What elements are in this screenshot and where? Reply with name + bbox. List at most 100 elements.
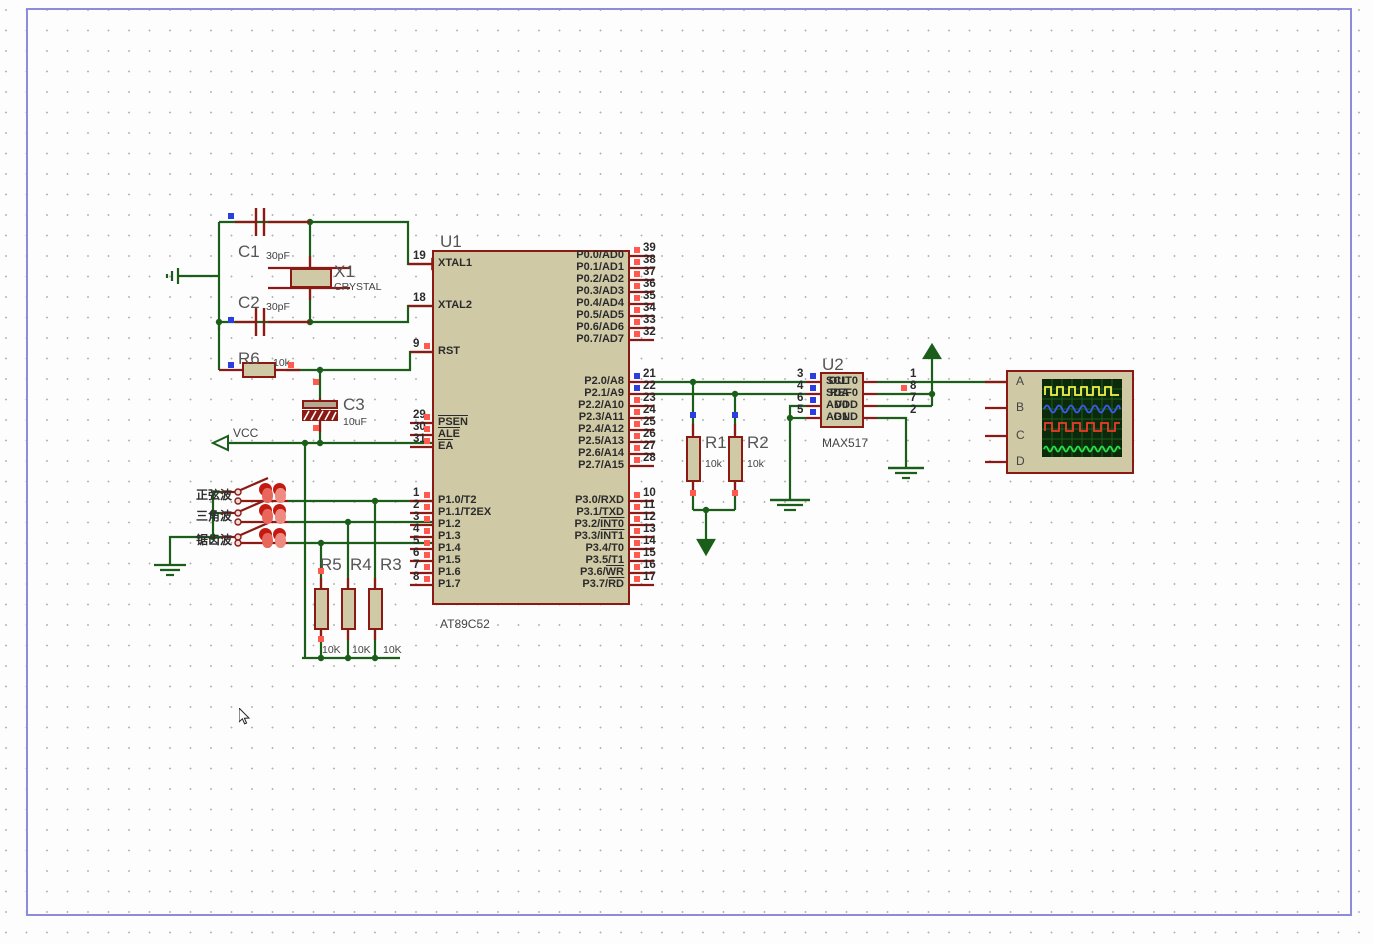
u1-pin-name-19: XTAL1	[438, 257, 473, 269]
switch-label-sawtooth: 锯齿波	[196, 533, 233, 547]
u1-pin-name-9: RST	[438, 345, 460, 357]
pin-square-r5-bottom	[318, 636, 324, 642]
u2-pin-num-4: 4	[797, 380, 804, 392]
u1-pin-name-27: P2.6/A14	[578, 447, 624, 459]
pin-square-r2-bottom	[732, 490, 738, 496]
pin-square-u1-39	[634, 247, 640, 253]
u1-pin-num-21: 21	[643, 368, 656, 380]
u1-pin-num-37: 37	[643, 266, 656, 278]
pin-square-r1-bottom	[690, 490, 696, 496]
u2-pin-name-8: REF0	[829, 387, 858, 399]
pin-square-u1-28	[634, 457, 640, 463]
pin-square-u1-7	[424, 564, 430, 570]
u1-pin-num-23: 23	[643, 392, 656, 404]
u2-pin-num-7: 7	[910, 392, 917, 404]
pin-square-u1-38	[634, 259, 640, 265]
pin-square-u1-31	[424, 438, 430, 444]
u1-pin-num-1: 1	[413, 487, 420, 499]
u1-pin-name-21: P2.0/A8	[584, 375, 624, 387]
pin-square-u1-1	[424, 492, 430, 498]
u1-pin-name-23: P2.2/A10	[578, 399, 624, 411]
u1-pin-num-9: 9	[413, 338, 420, 350]
u1-pin-name-34: P0.5/AD5	[576, 309, 624, 321]
pin-square-u1-13	[634, 528, 640, 534]
mouse-cursor	[239, 708, 251, 725]
pin-square-u1-29	[424, 414, 430, 420]
pin-square-u1-26	[634, 433, 640, 439]
u1-pin-num-16: 16	[643, 559, 656, 571]
u1-pin-name-25: P2.4/A12	[578, 423, 624, 435]
pin-square-u1-9	[424, 343, 430, 349]
pin-square-c2-left	[228, 317, 234, 323]
u1-pin-name-35: P0.4/AD4	[576, 297, 624, 309]
u2-pin-num-2: 2	[910, 404, 917, 416]
pin-square-c3-bottom	[313, 425, 319, 431]
u1-pin-name-37: P0.2/AD2	[576, 273, 624, 285]
pin-square-u2-4	[810, 385, 816, 391]
u1-pin-num-28: 28	[643, 452, 656, 464]
u1-pin-name-22: P2.1/A9	[584, 387, 624, 399]
u1-pin-num-32: 32	[643, 326, 656, 338]
u1-pin-num-6: 6	[413, 547, 420, 559]
u1-pin-name-6: P1.5	[438, 554, 461, 566]
u1-pin-num-34: 34	[643, 302, 656, 314]
schematic-canvas[interactable]: U1 AT89C52 U2 MAX517 A B C D C1 30pF C2 …	[0, 0, 1374, 944]
pin-square-u1-35	[634, 295, 640, 301]
pin-square-r6-left	[228, 362, 234, 368]
switch-label-triangle: 三角波	[196, 509, 233, 523]
u1-pin-name-38: P0.1/AD1	[576, 261, 624, 273]
pin-square-u1-22	[634, 385, 640, 391]
pin-square-u1-36	[634, 283, 640, 289]
pin-square-u1-2	[424, 504, 430, 510]
u1-pin-name-39: P0.0/AD0	[576, 249, 624, 261]
pin-square-r6-right	[288, 362, 294, 368]
u1-pin-name-14: P3.4/T0	[585, 542, 624, 554]
u2-pin-name-7: VDD	[834, 399, 858, 411]
u1-pin-num-36: 36	[643, 278, 656, 290]
pin-square-u1-6	[424, 552, 430, 558]
pin-square-u1-5	[424, 540, 430, 546]
u2-pin-num-5: 5	[797, 404, 804, 416]
u1-pin-num-33: 33	[643, 314, 656, 326]
u1-pin-num-15: 15	[643, 547, 656, 559]
u2-pin-num-3: 3	[797, 368, 804, 380]
pin-square-u1-17	[634, 576, 640, 582]
pin-square-u2-6	[810, 397, 816, 403]
pin-square-u1-16	[634, 564, 640, 570]
u2-pin-num-1: 1	[910, 368, 917, 380]
u1-pin-num-11: 11	[643, 499, 656, 511]
u1-pin-name-13: P3.3/INT1	[574, 529, 624, 542]
u1-pin-name-7: P1.6	[438, 566, 461, 578]
pin-square-u1-33	[634, 319, 640, 325]
pin-square-u2-5	[810, 409, 816, 415]
u2-pin-name-2: GND	[833, 411, 858, 423]
u1-pin-num-12: 12	[643, 511, 656, 523]
u1-pin-name-1: P1.0/T2	[438, 494, 477, 506]
pin-square-u1-32	[634, 331, 640, 337]
u1-pin-name-3: P1.2	[438, 518, 461, 530]
u1-pin-name-18: XTAL2	[438, 299, 473, 311]
pin-square-r1-top	[690, 412, 696, 418]
u1-pin-name-10: P3.0/RXD	[575, 494, 624, 506]
pin-square-u1-37	[634, 271, 640, 277]
pin-square-u1-8	[424, 576, 430, 582]
u1-pin-name-24: P2.3/A11	[578, 411, 624, 423]
u1-pin-num-13: 13	[643, 523, 656, 535]
pin-square-u1-25	[634, 421, 640, 427]
pin-square-u1-4	[424, 528, 430, 534]
pin-square-c1-left	[228, 213, 234, 219]
pin-square-u1-11	[634, 504, 640, 510]
u1-pin-num-3: 3	[413, 511, 420, 523]
u1-pin-num-18: 18	[413, 292, 426, 304]
u2-pin-num-8: 8	[910, 380, 917, 392]
pin-square-u1-27	[634, 445, 640, 451]
switch-pivots	[234, 488, 242, 547]
u1-pin-name-5: P1.4	[438, 542, 461, 554]
u1-pin-num-24: 24	[643, 404, 656, 416]
pin-square-u1-14	[634, 540, 640, 546]
u1-pin-num-10: 10	[643, 487, 656, 499]
pin-square-u1-30	[424, 426, 430, 432]
pin-square-u1-21	[634, 373, 640, 379]
pin-square-r2-top	[732, 412, 738, 418]
pin-square-r5-top	[318, 568, 324, 574]
